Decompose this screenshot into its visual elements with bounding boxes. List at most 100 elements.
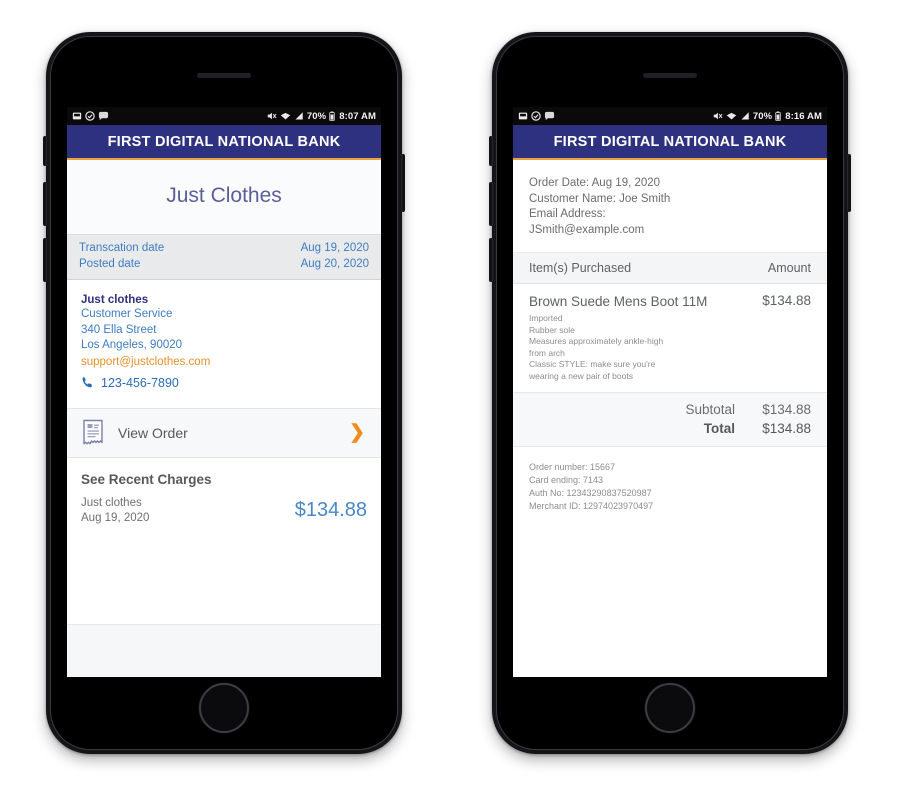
status-bar-right: 70% 8:16 AM — [513, 107, 827, 125]
sd-card-icon — [72, 112, 82, 120]
order-number: Order number: 15667 — [529, 462, 616, 472]
email-address-label: Email Address: — [529, 208, 606, 220]
merchant-contact-card: Just clothes Customer Service 340 Ella S… — [67, 280, 381, 400]
recent-charge-amount: $134.88 — [294, 499, 367, 521]
view-order-row[interactable]: View Order ❯ — [67, 407, 381, 458]
earpiece-speaker-right — [643, 73, 697, 78]
merchant-id: Merchant ID: 12974023970497 — [529, 501, 654, 511]
merchant-email-link[interactable]: support@justclothes.com — [81, 354, 367, 370]
status-bar-right-phone-right-icons: 70% 8:16 AM — [712, 111, 822, 122]
total-label: Total — [703, 421, 735, 436]
order-meta-block: Order Date: Aug 19, 2020 Customer Name: … — [513, 160, 827, 252]
battery-icon — [775, 111, 781, 121]
signal-icon — [295, 112, 303, 120]
earpiece-speaker-left — [197, 73, 251, 78]
volume-down-button-left-phone[interactable] — [43, 238, 47, 282]
item-description-line: wearing a new pair of boots — [529, 370, 633, 381]
phone-icon — [82, 377, 92, 388]
bank-header-right: FIRST DIGITAL NATIONAL BANK — [513, 125, 827, 160]
purchased-item-description: Imported Rubber sole Measures approximat… — [529, 310, 811, 382]
phone-bezel-left: 70% 8:07 AM FIRST DIGITAL NATIONAL BANK … — [50, 36, 398, 750]
status-bar-right-phone-left-icons — [518, 111, 555, 121]
merchant-phone-number: 123-456-7890 — [101, 375, 179, 390]
recent-charge-date: Aug 19, 2020 — [81, 511, 150, 524]
battery-percent-right: 70% — [752, 110, 773, 122]
transaction-dates: Transcation date Aug 19, 2020 Posted dat… — [67, 234, 381, 280]
order-date: Order Date: Aug 19, 2020 — [529, 177, 661, 189]
posted-date-label: Posted date — [79, 258, 141, 270]
card-ending: Card ending: 7143 — [529, 475, 604, 485]
home-button-left-phone[interactable] — [199, 683, 249, 733]
subtotal-row: Subtotal $134.88 — [529, 400, 811, 419]
phone-screen-left: 70% 8:07 AM FIRST DIGITAL NATIONAL BANK … — [67, 107, 381, 677]
receipt-icon — [83, 419, 103, 444]
transaction-date-row: Transcation date Aug 19, 2020 — [79, 240, 369, 256]
volume-up-button-right-phone[interactable] — [489, 182, 493, 226]
screenshot-stage: 70% 8:07 AM FIRST DIGITAL NATIONAL BANK … — [0, 0, 904, 800]
clock-right: 8:16 AM — [785, 110, 822, 122]
wifi-icon — [726, 112, 737, 120]
merchant-city: Los Angeles, 90020 — [81, 339, 183, 351]
total-amount: $134.88 — [762, 421, 811, 436]
signal-icon — [741, 112, 749, 120]
items-column-header: Item(s) Purchased — [529, 261, 632, 275]
order-totals: Subtotal $134.88 Total $134.88 — [513, 392, 827, 447]
status-bar-left: 70% 8:07 AM — [67, 107, 381, 125]
order-identifiers: Order number: 15667 Card ending: 7143 Au… — [513, 447, 827, 527]
recent-charge-item[interactable]: Just clothes Aug 19, 2020 $134.88 — [67, 496, 381, 540]
power-button-left-phone[interactable] — [401, 154, 405, 212]
transaction-date-value: Aug 19, 2020 — [300, 242, 369, 254]
status-bar-left-icons — [72, 111, 109, 121]
items-table-header: Item(s) Purchased Amount — [513, 252, 827, 284]
subtotal-amount: $134.88 — [762, 402, 811, 417]
message-icon — [98, 111, 109, 121]
recent-charge-merchant: Just clothes — [81, 496, 142, 509]
mute-icon — [713, 112, 723, 120]
screen-footer-band-left — [67, 624, 381, 677]
alarm-icon — [531, 111, 541, 121]
merchant-phone-link[interactable]: 123-456-7890 — [81, 370, 367, 390]
purchased-item-name: Brown Suede Mens Boot 11M — [529, 294, 708, 309]
phone-screen-right: 70% 8:16 AM FIRST DIGITAL NATIONAL BANK … — [513, 107, 827, 677]
mute-icon — [267, 112, 277, 120]
merchant-name: Just clothes — [81, 294, 149, 306]
purchased-item-row: Brown Suede Mens Boot 11M $134.88 Import… — [513, 284, 827, 392]
battery-percent-left: 70% — [306, 110, 327, 122]
phone-bezel-right: 70% 8:16 AM FIRST DIGITAL NATIONAL BANK … — [496, 36, 844, 750]
sd-card-icon — [518, 112, 528, 120]
total-row: Total $134.88 — [529, 419, 811, 438]
status-bar-right-icons: 70% 8:07 AM — [266, 111, 376, 122]
chevron-right-icon[interactable]: ❯ — [349, 423, 367, 442]
volume-down-button-right-phone[interactable] — [489, 238, 493, 282]
screen-body-right: Order Date: Aug 19, 2020 Customer Name: … — [513, 160, 827, 677]
email-address-value: JSmith@example.com — [529, 223, 645, 236]
volume-up-button-left-phone[interactable] — [43, 182, 47, 226]
item-description-line: Imported — [529, 313, 563, 323]
posted-date-row: Posted date Aug 20, 2020 — [79, 256, 369, 272]
item-description-line: Measures approximately ankle-high — [529, 336, 664, 346]
transaction-date-label: Transcation date — [79, 242, 165, 254]
posted-date-value: Aug 20, 2020 — [300, 258, 369, 270]
customer-name: Customer Name: Joe Smith — [529, 192, 671, 205]
merchant-street: 340 Ella Street — [81, 323, 157, 336]
phone-device-left: 70% 8:07 AM FIRST DIGITAL NATIONAL BANK … — [43, 32, 405, 754]
merchant-department: Customer Service — [81, 308, 173, 320]
item-description-line: from arch — [529, 347, 565, 358]
message-icon — [544, 111, 555, 121]
item-description-line: Classic STYLE: make sure you're — [529, 359, 656, 369]
home-button-right-phone[interactable] — [645, 683, 695, 733]
recent-charge-details: Just clothes Aug 19, 2020 — [81, 496, 149, 526]
view-order-label: View Order — [118, 424, 188, 441]
purchased-item-main: Brown Suede Mens Boot 11M $134.88 — [529, 293, 811, 310]
item-description-line: Rubber sole — [529, 324, 575, 335]
battery-icon — [329, 111, 335, 121]
wifi-icon — [280, 112, 291, 120]
power-button-right-phone[interactable] — [847, 154, 851, 212]
phone-device-right: 70% 8:16 AM FIRST DIGITAL NATIONAL BANK … — [489, 32, 851, 754]
purchased-item-price: $134.88 — [762, 293, 811, 308]
mute-switch-right-phone[interactable] — [489, 136, 493, 166]
recent-charges-title: See Recent Charges — [81, 471, 212, 487]
mute-switch-left-phone[interactable] — [43, 136, 47, 166]
amount-column-header: Amount — [767, 261, 811, 275]
auth-number: Auth No: 12343290837520987 — [529, 488, 652, 498]
